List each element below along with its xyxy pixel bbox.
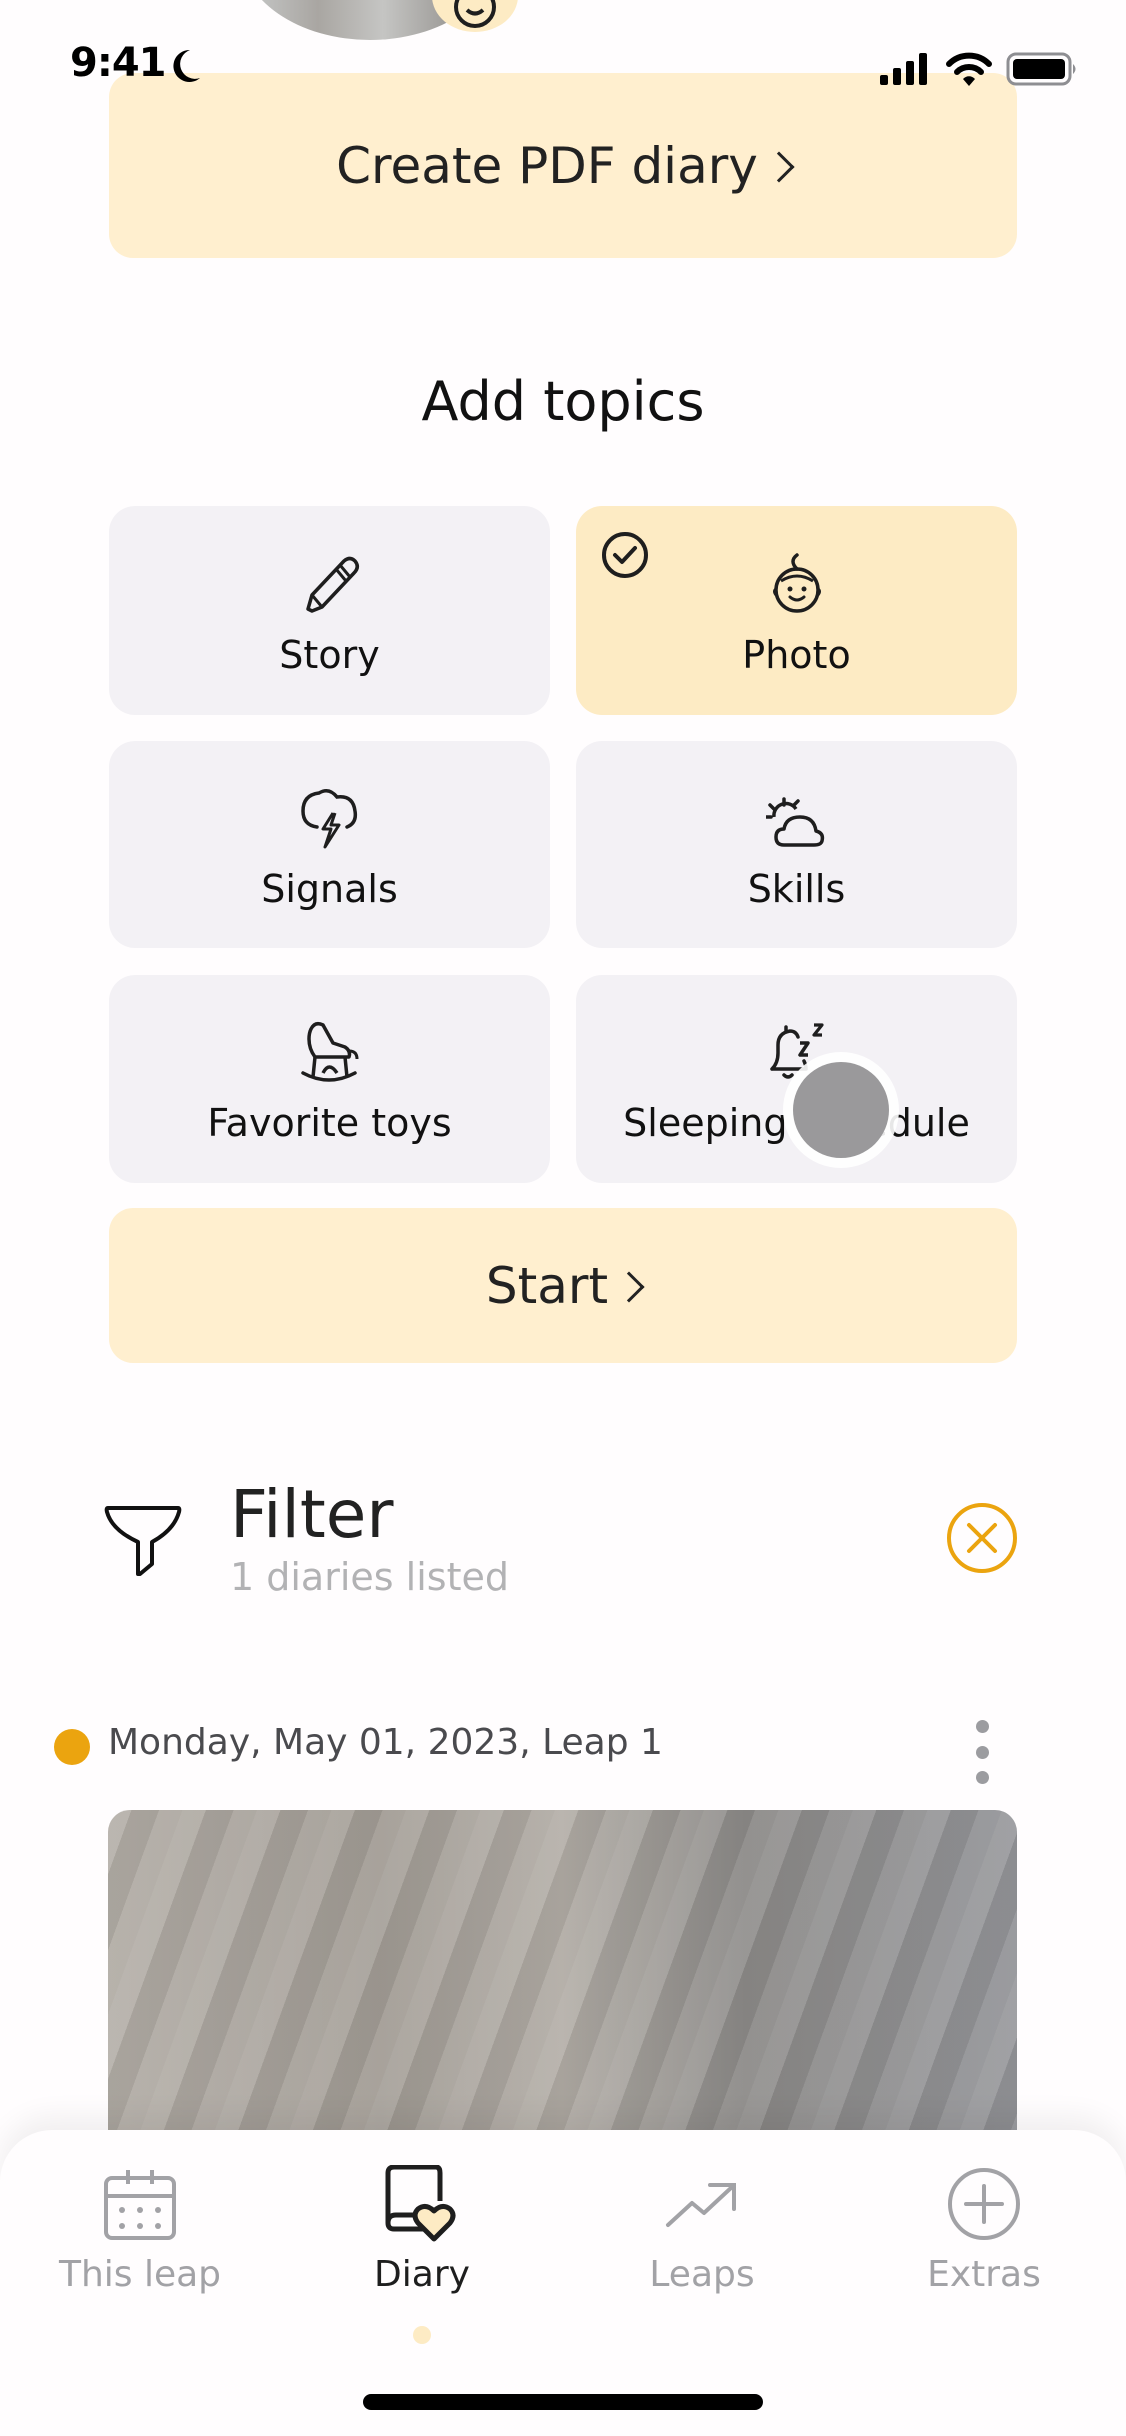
sun-cloud-icon <box>765 779 828 849</box>
add-topics-heading: Add topics <box>421 370 705 433</box>
status-icons <box>880 52 1080 86</box>
kebab-dot <box>975 1720 989 1733</box>
tab-label: Extras <box>927 2254 1041 2295</box>
wifi-icon <box>946 52 992 86</box>
entry-date: Monday, May 01, 2023, Leap 1 <box>108 1722 663 1763</box>
topic-label: Favorite toys <box>207 1101 452 1145</box>
tab-label: This leap <box>58 2254 222 2295</box>
topic-label: Signals <box>261 866 398 911</box>
topic-card-story[interactable]: Story <box>109 506 550 715</box>
battery-icon <box>1006 52 1076 86</box>
create-pdf-diary-label: Create PDF diary <box>336 136 758 195</box>
checkmark-circle-icon <box>602 532 648 578</box>
calendar-icon <box>102 2164 178 2244</box>
chevron-right-icon <box>763 150 795 183</box>
tab-this-leap[interactable]: This leap <box>30 2164 250 2295</box>
status-time: 9:41 <box>70 40 166 86</box>
topic-card-favorite-toys[interactable]: Favorite toys <box>109 975 550 1183</box>
topic-card-sleeping-schedule[interactable]: Sleeping schedule <box>576 975 1017 1183</box>
topic-label: Photo <box>742 632 851 677</box>
tab-label: Diary <box>374 2254 470 2295</box>
tab-diary[interactable]: Diary <box>312 2164 532 2295</box>
entry-status-dot <box>54 1729 90 1765</box>
filter-subtitle: 1 diaries listed <box>230 1555 509 1599</box>
topic-card-skills[interactable]: Skills <box>576 741 1017 948</box>
funnel-icon[interactable] <box>104 1500 182 1576</box>
home-indicator[interactable] <box>363 2394 763 2410</box>
tab-leaps[interactable]: Leaps <box>592 2164 812 2295</box>
topic-label: Story <box>279 632 380 677</box>
active-tab-indicator <box>413 2326 431 2344</box>
kebab-dot <box>975 1745 989 1759</box>
tab-bar: This leap Diary Leaps Extras <box>0 2130 1126 2436</box>
close-circle-icon[interactable] <box>945 1501 1019 1575</box>
topic-card-signals[interactable]: Signals <box>109 741 550 948</box>
kebab-dot <box>975 1771 989 1784</box>
start-button[interactable]: Start <box>109 1208 1017 1363</box>
baby-face-icon <box>767 545 827 615</box>
plus-circle-icon <box>946 2164 1022 2244</box>
chevron-right-icon <box>613 1270 645 1303</box>
avatar-badge[interactable] <box>432 0 518 32</box>
tab-extras[interactable]: Extras <box>874 2164 1094 2295</box>
baby-face-icon <box>454 0 496 28</box>
entry-photo[interactable] <box>108 1810 1017 2170</box>
trending-up-icon <box>664 2164 740 2244</box>
touch-indicator <box>793 1062 889 1158</box>
topic-label: Skills <box>747 866 846 911</box>
pencil-icon <box>300 545 360 615</box>
start-label: Start <box>485 1256 609 1315</box>
more-options-icon[interactable] <box>968 1716 996 1788</box>
diary-heart-icon <box>384 2164 460 2244</box>
filter-title: Filter <box>230 1476 394 1553</box>
rocking-horse-icon <box>299 1013 361 1083</box>
moon-icon <box>173 49 200 82</box>
tab-label: Leaps <box>649 2254 755 2295</box>
topic-card-photo[interactable]: Photo <box>576 506 1017 715</box>
create-pdf-diary-button[interactable]: Create PDF diary <box>109 73 1017 258</box>
storm-cloud-icon <box>299 779 361 849</box>
cellular-signal-icon <box>880 53 927 85</box>
